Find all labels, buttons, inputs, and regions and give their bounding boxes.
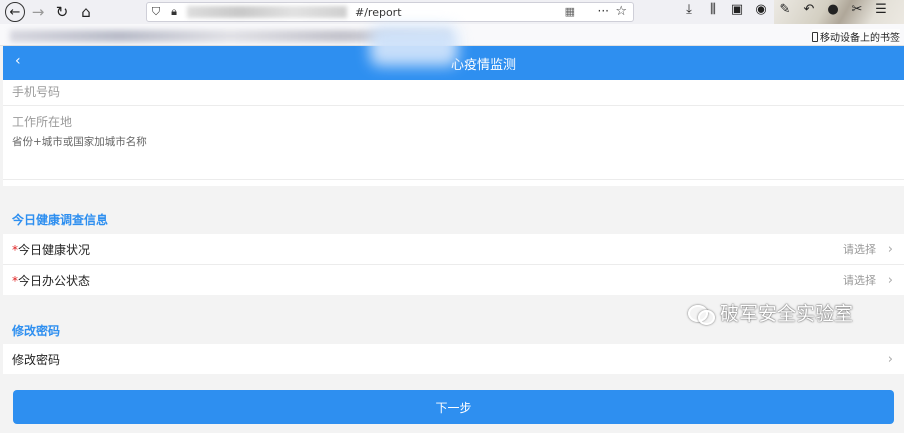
- addon-icon[interactable]: ●: [824, 2, 842, 17]
- mobile-bookmarks-label: 移动设备上的书签: [820, 33, 900, 44]
- undo-icon[interactable]: ↶: [800, 2, 818, 17]
- chevron-right-icon: ›: [887, 351, 893, 367]
- page-title: 心疫情监测: [450, 57, 516, 73]
- screenshot-icon[interactable]: ✂: [848, 2, 866, 17]
- wechat-icon: [688, 303, 715, 325]
- qr-code-icon[interactable]: ▦: [565, 5, 575, 18]
- page-actions-icon[interactable]: ···: [598, 4, 609, 18]
- extension-icon[interactable]: ✎: [776, 2, 794, 17]
- url-redacted: [187, 6, 347, 18]
- menu-icon[interactable]: ☰: [872, 2, 890, 17]
- account-icon[interactable]: ◉: [752, 2, 770, 17]
- contact-info-block: 手机号码 工作所在地 省份+城市或国家加城市名称: [3, 80, 904, 186]
- phone-label: 手机号码: [12, 85, 61, 99]
- watermark: 破军安全实验室: [688, 299, 853, 326]
- health-status-select[interactable]: 请选择: [843, 241, 876, 257]
- divider: [3, 105, 904, 106]
- next-button[interactable]: 下一步: [13, 390, 894, 424]
- watermark-text: 破军安全实验室: [720, 303, 854, 325]
- change-password-row[interactable]: 修改密码 ›: [3, 344, 904, 374]
- work-location-label: 工作所在地: [12, 115, 73, 129]
- office-status-text: 今日办公状态: [18, 273, 91, 288]
- health-section-title: 今日健康调查信息: [12, 213, 109, 227]
- divider: [3, 179, 904, 180]
- phone-icon: [812, 31, 818, 42]
- chevron-right-icon: ›: [887, 272, 893, 288]
- shield-icon[interactable]: ⛉: [147, 5, 165, 19]
- change-password-label: 修改密码: [12, 352, 61, 367]
- health-status-label: *今日健康状况: [12, 241, 90, 258]
- bookmark-star-icon[interactable]: ☆: [615, 4, 627, 19]
- health-status-text: 今日健康状况: [18, 242, 91, 257]
- library-icon[interactable]: ⫼: [704, 2, 722, 17]
- office-status-select[interactable]: 请选择: [843, 272, 876, 288]
- report-form: 手机号码 工作所在地 省份+城市或国家加城市名称 今日健康调查信息 *今日健康状…: [3, 80, 904, 433]
- work-location-input[interactable]: 省份+城市或国家加城市名称: [12, 134, 147, 149]
- home-icon[interactable]: ⌂: [75, 1, 97, 23]
- title-redacted: [370, 26, 458, 66]
- password-section-title: 修改密码: [12, 324, 61, 338]
- download-icon[interactable]: ⤓: [680, 2, 698, 17]
- reload-icon[interactable]: ↻: [51, 1, 73, 23]
- chevron-left-icon[interactable]: ‹: [15, 53, 21, 69]
- health-status-row[interactable]: *今日健康状况 请选择 ›: [3, 234, 904, 264]
- url-bar[interactable]: ⛉ 🔒︎ #/report ▦ ··· ☆: [146, 2, 634, 22]
- office-status-label: *今日办公状态: [12, 272, 90, 289]
- lock-icon[interactable]: 🔒︎: [165, 5, 183, 19]
- back-arrow-icon[interactable]: ←: [5, 2, 25, 22]
- url-text: #/report: [355, 5, 402, 19]
- forward-arrow-icon[interactable]: →: [27, 1, 49, 23]
- sidebar-icon[interactable]: ▣: [728, 2, 746, 17]
- chevron-right-icon: ›: [887, 241, 893, 257]
- toolbar-right-icons: ⤓ ⫼ ▣ ◉ ✎ ↶ ● ✂ ☰: [680, 2, 890, 17]
- mobile-bookmarks[interactable]: 移动设备上的书签: [812, 29, 900, 44]
- office-status-row[interactable]: *今日办公状态 请选择 ›: [3, 265, 904, 295]
